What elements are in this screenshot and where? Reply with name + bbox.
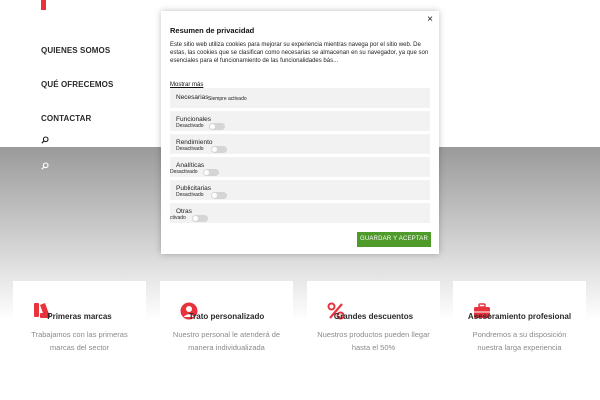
page: QUIENES SOMOS QUÉ OFRECEMOS CONTACTAR Pr… [0, 0, 600, 400]
category-status: Desactivado [176, 146, 204, 152]
category-status: Desactivado [176, 123, 204, 129]
cookie-category-otras[interactable]: Otras ctivado [170, 203, 430, 223]
category-status: Desactivado [170, 169, 198, 175]
modal-description: Este sitio web utiliza cookies para mejo… [170, 42, 429, 64]
category-label: Funcionales [176, 116, 212, 123]
category-label: Otras [176, 208, 192, 215]
toggle-switch[interactable] [211, 192, 227, 199]
close-icon[interactable]: × [427, 14, 433, 25]
toggle-switch[interactable] [203, 169, 219, 176]
category-label: Necesarias [176, 94, 209, 101]
category-status: Siempre activado [208, 96, 247, 102]
category-label: Publicitarias [176, 185, 212, 192]
cookie-category-rendimiento[interactable]: Rendimiento Desactivado [170, 134, 430, 154]
cookie-category-necesarias[interactable]: Necesarias Siempre activado [170, 88, 430, 108]
privacy-modal: Resumen de privacidad × Este sitio web u… [161, 11, 439, 254]
category-label: Rendimiento [176, 139, 213, 146]
category-status: Desactivado [176, 192, 204, 198]
category-status: ctivado [170, 215, 186, 221]
toggle-switch[interactable] [192, 215, 208, 222]
cookie-category-publicitarias[interactable]: Publicitarias Desactivado [170, 180, 430, 200]
toggle-switch[interactable] [209, 123, 225, 130]
save-accept-button[interactable]: GUARDAR Y ACEPTAR [357, 232, 431, 247]
category-label: Analíticas [176, 162, 205, 169]
cookie-category-funcionales[interactable]: Funcionales Desactivado [170, 111, 430, 131]
modal-title: Resumen de privacidad [170, 26, 255, 35]
cookie-category-analiticas[interactable]: Analíticas Desactivado [170, 157, 430, 177]
toggle-switch[interactable] [211, 146, 227, 153]
